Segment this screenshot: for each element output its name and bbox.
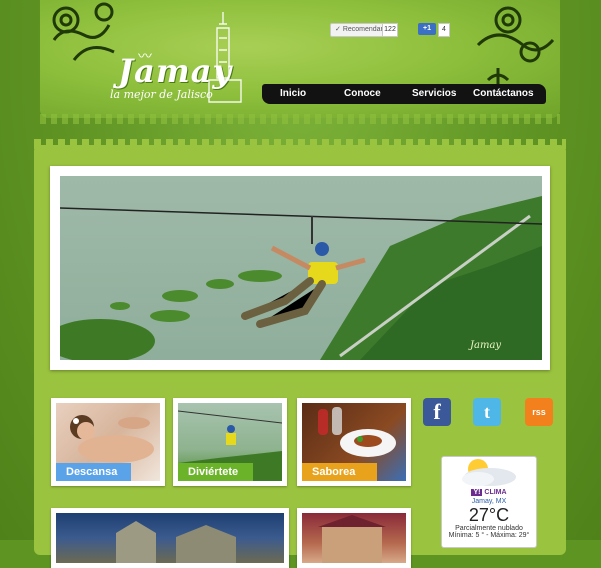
tile-town[interactable] <box>297 508 411 568</box>
town-photo <box>318 515 386 563</box>
weather-condition: Parcialmente nublado <box>455 525 523 532</box>
tile-descansa[interactable]: Descansa <box>51 398 165 486</box>
cathedral-photo <box>116 521 236 563</box>
recommend-label: Recomendar <box>342 26 383 33</box>
tile-saborea[interactable]: Saborea <box>297 398 411 486</box>
church-tower-icon <box>208 12 242 103</box>
tile-label-saborea: Saborea <box>302 463 377 481</box>
weather-provider-label: CLIMA <box>484 489 507 496</box>
zipline-photo: Jamay <box>60 176 542 360</box>
weather-widget[interactable]: Y! CLIMA Jamay, MX 27°C Parcialmente nub… <box>441 456 537 548</box>
hero-slider-image[interactable]: Jamay <box>60 176 542 360</box>
twitter-icon[interactable]: t <box>473 398 501 426</box>
recommend-button[interactable]: ✓ Recomendar <box>330 23 384 37</box>
swirl-ornament-right <box>476 6 555 88</box>
logo-subtitle: la mejor de Jalisco <box>110 88 213 101</box>
plus-one-count: 4 <box>438 23 450 37</box>
nav-item-conoce[interactable]: Conoce <box>344 88 381 99</box>
tile-diviertete[interactable]: Diviértete <box>173 398 287 486</box>
weather-provider-badge: Y! <box>471 489 483 496</box>
weather-temperature: 27°C <box>468 505 510 525</box>
recommend-count: 122 <box>382 23 398 37</box>
svg-text:Jamay: Jamay <box>468 340 501 351</box>
tile-landmark[interactable] <box>51 508 289 568</box>
cloud-sun-icon <box>462 459 516 486</box>
nav-item-contactanos[interactable]: Contáctanos <box>473 88 534 99</box>
main-nav: Inicio Conoce Servicios Contáctanos <box>262 84 546 104</box>
weather-location: Jamay, MX <box>471 498 507 505</box>
facebook-icon[interactable]: f <box>423 398 451 426</box>
plus-one-button[interactable]: +1 <box>418 23 436 35</box>
tile-label-descansa: Descansa <box>56 463 131 481</box>
thumb-icon: ✓ <box>335 26 341 33</box>
nav-item-inicio[interactable]: Inicio <box>280 88 306 99</box>
rss-icon[interactable]: rss <box>525 398 553 426</box>
tile-label-diviertete: Diviértete <box>178 463 253 481</box>
nav-item-servicios[interactable]: Servicios <box>412 88 456 99</box>
weather-range: Mínima: 5 ° - Máxima: 29° <box>448 532 530 539</box>
